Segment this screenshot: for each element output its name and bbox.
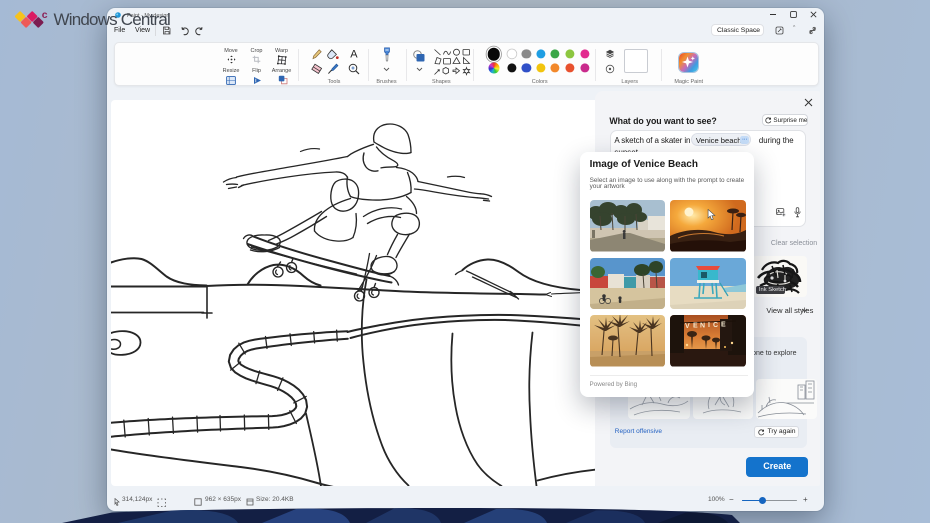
svg-text:c: c [42,9,48,21]
svg-text:I: I [708,322,710,329]
svg-text:C: C [713,322,718,329]
svg-text:A: A [350,49,358,60]
svg-text:N: N [700,322,705,329]
svg-text:E: E [721,322,726,329]
svg-text:V: V [685,323,690,330]
svg-text:E: E [693,323,698,330]
